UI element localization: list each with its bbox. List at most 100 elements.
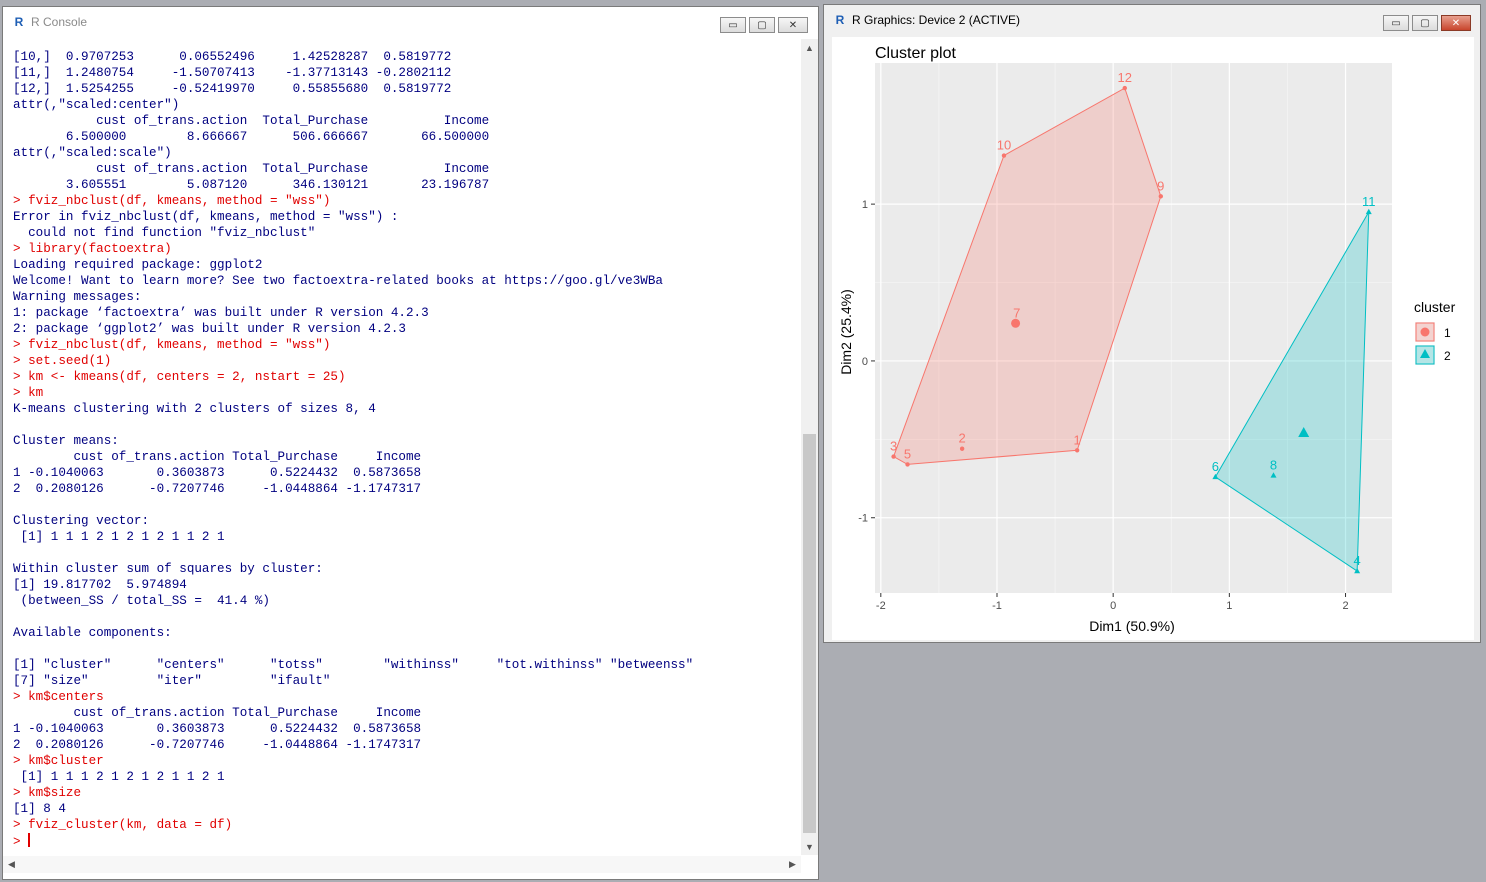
console-input-line: > fviz_nbclust(df, kmeans, method = "wss… — [13, 338, 331, 352]
scroll-right-icon[interactable]: ▶ — [784, 856, 801, 873]
console-minimize-button[interactable]: ▭ — [720, 17, 746, 33]
cluster-plot-chart: 123579101246 811 -2 -1 0 1 2-101 Cluster plot… — [838, 45, 1456, 634]
console-input-line: > fviz_nbclust(df, kmeans, method = "wss… — [13, 194, 331, 208]
data-point-label: 5 — [904, 446, 911, 461]
scroll-down-icon[interactable]: ▼ — [801, 838, 818, 855]
console-output-line: Within cluster sum of squares by cluster… — [13, 562, 323, 576]
x-tick-label: 1 — [1226, 600, 1232, 612]
cluster-center-marker — [1011, 318, 1021, 328]
graphics-title: R Graphics: Device 2 (ACTIVE) — [852, 13, 1021, 27]
console-output-line: 2: package ‘ggplot2’ was built under R v… — [13, 322, 406, 336]
text-cursor — [28, 833, 31, 847]
y-tick-label: 0 — [862, 356, 868, 368]
console-output-line: cust of_trans.action Total_Purchase Inco… — [13, 706, 422, 720]
console-output-line: attr(,"scaled:center") — [13, 98, 180, 112]
data-point — [891, 454, 896, 459]
data-point-label: 11 — [1362, 194, 1376, 209]
console-input-line: > library(factoextra) — [13, 242, 172, 256]
console-output[interactable]: [10,] 0.9707253 0.06552496 1.42528287 0.… — [13, 49, 693, 850]
y-axis-label: Dim2 (25.4%) — [838, 289, 854, 375]
chart-legend: cluster 1 2 — [1414, 299, 1456, 365]
data-point — [1001, 153, 1007, 158]
data-point-label: 10 — [997, 138, 1011, 153]
data-point-label: 4 — [1354, 553, 1361, 568]
console-output-line: [1] 1 1 1 2 1 2 1 2 1 1 2 1 — [13, 530, 225, 544]
console-output-line: cust of_trans.action Total_Purchase Inco… — [13, 114, 490, 128]
graphics-close-button[interactable]: ✕ — [1441, 15, 1471, 31]
data-point-label: 6 — [1212, 459, 1219, 474]
graphics-window-controls: ▭ ▢ ✕ — [1383, 15, 1471, 31]
r-logo-icon: R — [835, 13, 845, 27]
console-output-line: cust of_trans.action Total_Purchase Inco… — [13, 162, 490, 176]
legend-title: cluster — [1414, 299, 1456, 315]
console-input-line: > km$size — [13, 786, 82, 800]
console-output-line: 6.500000 8.666667 506.666667 66.500000 — [13, 130, 490, 144]
r-graphics-window: R R Graphics: Device 2 (ACTIVE) ▭ ▢ ✕ 12… — [823, 4, 1481, 643]
data-point-label: 8 — [1270, 457, 1277, 472]
plot-area: 1 2 3 5 7 9 10 12 4 6 8 11 -2 -1 0 1 2 -1 0 1 Cluster plot… — [832, 37, 1474, 640]
legend-label-2: 2 — [1444, 349, 1451, 363]
legend-label-1: 1 — [1444, 326, 1451, 340]
data-point-label: 2 — [959, 431, 966, 446]
console-output-line: [1] "cluster" "centers" "totss" "withins… — [13, 658, 694, 672]
console-output-line: cust of_trans.action Total_Purchase Inco… — [13, 450, 422, 464]
console-horizontal-scrollbar[interactable]: ◀ ▶ — [3, 856, 801, 873]
data-point — [1074, 448, 1080, 453]
console-output-line: Available components: — [13, 626, 172, 640]
data-point — [1158, 194, 1164, 199]
scroll-up-icon[interactable]: ▲ — [801, 39, 818, 56]
console-output-line: attr(,"scaled:scale") — [13, 146, 172, 160]
r-console-window: R R Console ▭ ▢ ✕ [10,] 0.9707253 0.0655… — [2, 6, 819, 880]
console-output-line: 1 -0.1040063 0.3603873 0.5224432 0.58736… — [13, 466, 422, 480]
scroll-left-icon[interactable]: ◀ — [3, 856, 20, 873]
x-tick-label: 0 — [1110, 600, 1116, 612]
scrollbar-thumb[interactable] — [803, 434, 816, 833]
chart-title: Cluster plot — [875, 45, 956, 62]
console-output-line: [1] 1 1 1 2 1 2 1 2 1 1 2 1 — [13, 770, 225, 784]
graphics-titlebar[interactable]: R R Graphics: Device 2 (ACTIVE) — [824, 5, 1480, 35]
data-point — [1122, 85, 1127, 91]
console-output-line: 3.605551 5.087120 346.130121 23.196787 — [13, 178, 490, 192]
console-output-line: (between_SS / total_SS = 41.4 %) — [13, 594, 270, 608]
console-output-line: 2 0.2080126 -0.7207746 -1.0448864 -1.174… — [13, 482, 422, 496]
console-output-line: [11,] 1.2480754 -1.50707413 -1.37713143 … — [13, 66, 452, 80]
console-maximize-button[interactable]: ▢ — [749, 17, 775, 33]
data-point-label: 3 — [890, 439, 897, 454]
console-input-line: > km$cluster — [13, 754, 104, 768]
y-tick-label: -1 — [858, 513, 868, 525]
x-tick-label: 2 — [1342, 600, 1348, 612]
console-input-line: > km — [13, 386, 44, 400]
console-output-line: Warning messages: — [13, 290, 142, 304]
console-output-line: [1] 19.817702 5.974894 — [13, 578, 187, 592]
console-prompt[interactable]: > — [13, 835, 28, 849]
data-point-label: 9 — [1157, 178, 1164, 193]
console-output-line: [1] 8 4 — [13, 802, 66, 816]
r-logo-icon: R — [14, 15, 24, 29]
y-tick-label: 1 — [862, 199, 868, 211]
console-vertical-scrollbar[interactable]: ▲ ▼ — [801, 39, 818, 855]
data-point-label: 7 — [1013, 305, 1020, 320]
data-point — [959, 446, 965, 451]
console-output-line: [10,] 0.9707253 0.06552496 1.42528287 0.… — [13, 50, 452, 64]
data-point — [905, 462, 910, 467]
graphics-maximize-button[interactable]: ▢ — [1412, 15, 1438, 31]
data-point-label: 1 — [1074, 432, 1081, 447]
graphics-minimize-button[interactable]: ▭ — [1383, 15, 1409, 31]
console-output-line: 1: package ‘factoextra’ was built under … — [13, 306, 429, 320]
console-input-line: > km <- kmeans(df, centers = 2, nstart =… — [13, 370, 346, 384]
console-output-line: [7] "size" "iter" "ifault" — [13, 674, 331, 688]
console-titlebar[interactable]: R R Console — [3, 7, 818, 37]
x-axis-label: Dim1 (50.9%) — [1089, 618, 1175, 634]
console-output-line: Cluster means: — [13, 434, 119, 448]
console-output-line: 1 -0.1040063 0.3603873 0.5224432 0.58736… — [13, 722, 422, 736]
console-close-button[interactable]: ✕ — [778, 17, 808, 33]
console-output-line: 2 0.2080126 -0.7207746 -1.0448864 -1.174… — [13, 738, 422, 752]
console-input-line: > fviz_cluster(km, data = df) — [13, 818, 233, 832]
console-window-controls: ▭ ▢ ✕ — [720, 17, 808, 33]
x-tick-label: -2 — [876, 600, 886, 612]
legend-marker-1 — [1420, 327, 1430, 337]
console-output-line: Welcome! Want to learn more? See two fac… — [13, 274, 663, 288]
console-title: R Console — [31, 15, 88, 29]
x-tick-label: -1 — [992, 600, 1002, 612]
data-point-label: 12 — [1118, 70, 1132, 85]
